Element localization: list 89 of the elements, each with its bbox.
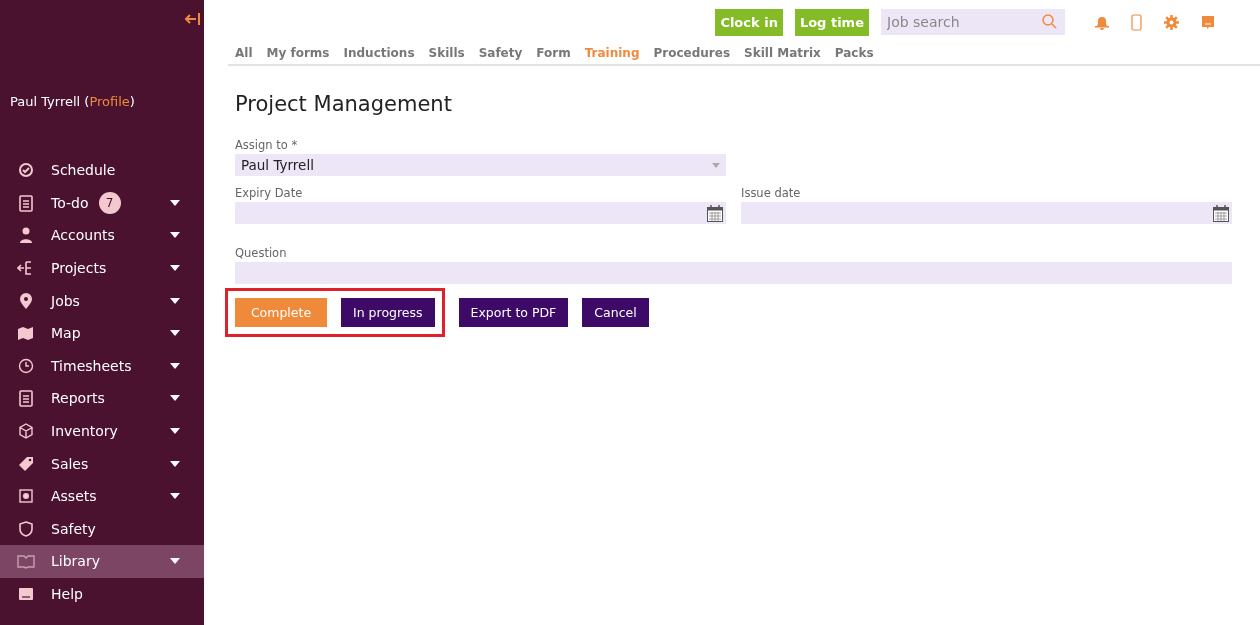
nav-label: Jobs xyxy=(51,292,80,309)
profile-paren: ( xyxy=(84,94,90,109)
profile-paren: ) xyxy=(129,94,135,109)
nav-icon xyxy=(17,291,35,310)
nav-label: Projects xyxy=(51,260,107,277)
sidebar-item[interactable]: Inventory xyxy=(0,414,204,448)
select-value: Paul Tyrrell xyxy=(241,157,314,173)
sidebar-item[interactable]: Sales xyxy=(0,447,204,480)
caret-icon xyxy=(170,493,180,500)
action-button[interactable]: In progress xyxy=(341,298,435,327)
caret-icon xyxy=(170,428,180,435)
nav-label: Reports xyxy=(51,390,105,407)
field-label: Assign to * xyxy=(235,138,299,152)
nav-label: Inventory xyxy=(51,423,118,440)
caret-icon xyxy=(170,362,180,369)
nav-icon xyxy=(17,389,35,408)
nav-icon xyxy=(17,487,35,506)
sidebar-item[interactable]: Library xyxy=(0,545,204,578)
nav-label: To-do xyxy=(51,194,89,211)
profile-link[interactable]: Profile xyxy=(89,94,130,109)
caret-icon xyxy=(170,297,180,304)
count-badge: 7 xyxy=(98,191,121,214)
nav-label: Library xyxy=(51,553,100,570)
caret-icon xyxy=(170,460,180,467)
select-field[interactable]: Paul Tyrrell xyxy=(235,154,726,176)
nav-label: Safety xyxy=(51,520,96,537)
chat-icon[interactable] xyxy=(1201,14,1215,30)
caret-icon xyxy=(170,330,180,337)
field-label: Issue date xyxy=(741,186,802,200)
nav-icon xyxy=(17,161,35,180)
nav-icon xyxy=(17,356,35,375)
date-field[interactable] xyxy=(235,202,726,224)
nav-icon xyxy=(17,226,35,245)
tab[interactable]: All xyxy=(228,46,260,60)
action-button[interactable]: Cancel xyxy=(582,298,649,327)
search-field[interactable]: Job search xyxy=(881,9,1065,35)
nav-label: Accounts xyxy=(51,227,115,244)
nav-icon xyxy=(17,324,35,343)
sidebar-item[interactable]: Projects xyxy=(0,251,204,285)
calendar-icon[interactable] xyxy=(1213,204,1229,222)
calendar-icon[interactable] xyxy=(707,204,723,222)
nav-label: Assets xyxy=(51,488,97,505)
collapse-sidebar-icon[interactable] xyxy=(184,12,200,26)
sidebar-item[interactable]: Jobs xyxy=(0,284,204,317)
nav-label: Map xyxy=(51,325,81,342)
tab[interactable]: Packs xyxy=(827,46,881,60)
tab[interactable]: Skill Matrix xyxy=(737,46,828,60)
action-button[interactable]: Export to PDF xyxy=(458,298,569,327)
caret-icon xyxy=(170,199,180,206)
tab[interactable]: Skills xyxy=(421,46,472,60)
caret-icon xyxy=(170,265,180,272)
sidebar-item[interactable]: Schedule xyxy=(0,154,204,187)
sidebar-item[interactable]: Assets xyxy=(0,479,204,513)
tab[interactable]: My forms xyxy=(259,46,337,60)
sidebar-item[interactable]: Map xyxy=(0,316,204,350)
nav-icon xyxy=(17,193,35,212)
nav-icon xyxy=(17,519,35,538)
sidebar-item[interactable]: To-do 7 xyxy=(0,186,204,220)
sidebar-item[interactable]: Reports xyxy=(0,382,204,415)
tab[interactable]: Inductions xyxy=(336,46,422,60)
sidebar-item[interactable]: Accounts xyxy=(0,219,204,252)
nav-icon xyxy=(17,552,35,571)
caret-icon xyxy=(170,232,180,239)
tab[interactable]: Safety xyxy=(471,46,530,60)
nav-label: Help xyxy=(51,586,83,602)
nav-label: Timesheets xyxy=(51,357,132,374)
field-label: Question xyxy=(235,246,288,260)
tab[interactable]: Procedures xyxy=(646,46,738,60)
sidebar-item[interactable]: Help xyxy=(0,577,204,611)
date-field[interactable] xyxy=(741,202,1232,224)
field-label: Expiry Date xyxy=(235,186,304,200)
page-title: Project Management xyxy=(235,92,453,116)
caret-icon xyxy=(712,162,720,168)
nav-icon xyxy=(17,585,35,603)
tab[interactable]: Form xyxy=(529,46,578,60)
text-field[interactable] xyxy=(235,262,1232,284)
caret-icon xyxy=(170,558,180,565)
sidebar-item[interactable]: Safety xyxy=(0,512,204,546)
phone-icon[interactable] xyxy=(1131,13,1142,31)
sidebar-item[interactable]: Timesheets xyxy=(0,349,204,383)
nav-icon xyxy=(17,454,35,473)
caret-icon xyxy=(170,395,180,402)
nav-icon xyxy=(17,422,35,441)
bell-icon[interactable] xyxy=(1095,14,1109,30)
user-name: Paul Tyrrell xyxy=(10,94,81,109)
settings-icon[interactable] xyxy=(1164,14,1179,30)
search-icon[interactable] xyxy=(1042,14,1057,29)
nav-label: Schedule xyxy=(51,162,116,179)
nav-label: Sales xyxy=(51,455,89,472)
